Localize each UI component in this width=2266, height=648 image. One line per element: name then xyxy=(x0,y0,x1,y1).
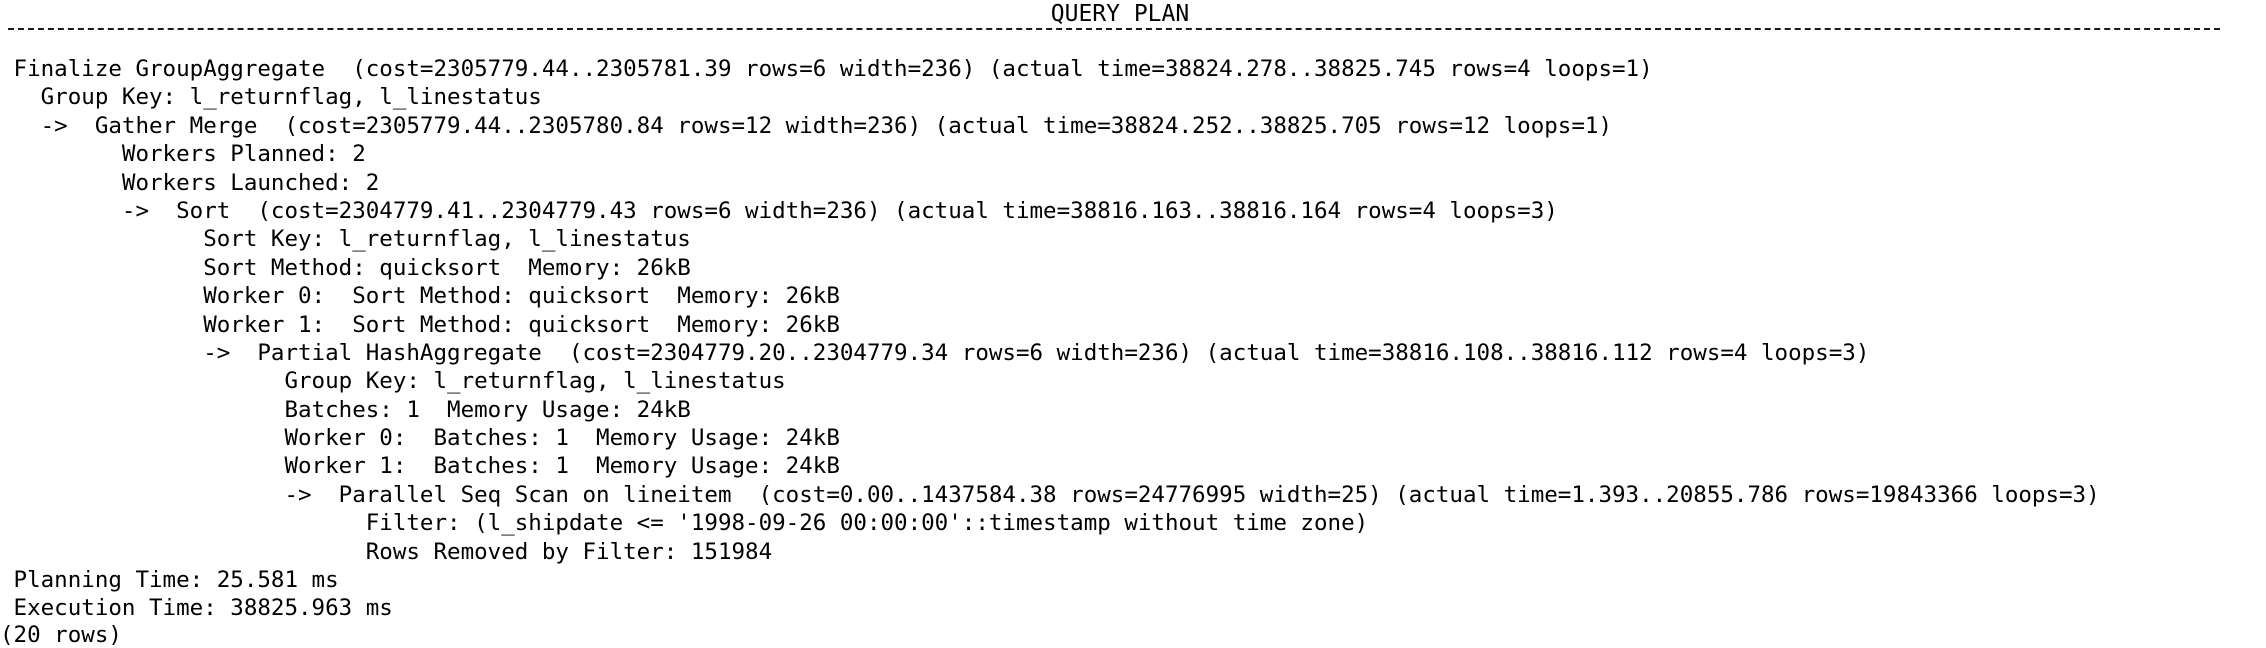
plan-line: Execution Time: 38825.963 ms xyxy=(0,595,393,622)
plan-line: -> Sort (cost=2304779.41..2304779.43 row… xyxy=(0,197,1558,224)
plan-line: -> Parallel Seq Scan on lineitem (cost=0… xyxy=(0,481,2100,508)
plan-line: Rows Removed by Filter: 151984 xyxy=(0,538,773,565)
plan-line: Sort Key: l_returnflag, l_linestatus xyxy=(0,226,691,253)
plan-line: Worker 1: Batches: 1 Memory Usage: 24kB xyxy=(0,453,840,480)
terminal-output: QUERY PLAN Finalize GroupAggregate (cost… xyxy=(0,0,2266,648)
plan-line: Group Key: l_returnflag, l_linestatus xyxy=(0,368,786,395)
plan-line: Workers Launched: 2 xyxy=(0,169,380,196)
plan-line: -> Partial HashAggregate (cost=2304779.2… xyxy=(0,339,1870,366)
plan-line: -> Gather Merge (cost=2305779.44..230578… xyxy=(0,112,1612,139)
plan-line: Sort Method: quicksort Memory: 26kB xyxy=(0,254,691,281)
header-separator xyxy=(8,28,2220,30)
row-count: (20 rows) xyxy=(0,622,122,648)
plan-line: Planning Time: 25.581 ms xyxy=(0,567,339,594)
query-plan-lines: Finalize GroupAggregate (cost=2305779.44… xyxy=(0,55,2100,623)
plan-line: Worker 1: Sort Method: quicksort Memory:… xyxy=(0,311,840,338)
plan-line: Workers Planned: 2 xyxy=(0,141,366,168)
query-plan-header: QUERY PLAN xyxy=(1050,1,1190,27)
plan-line: Worker 0: Batches: 1 Memory Usage: 24kB xyxy=(0,425,840,452)
plan-line: Group Key: l_returnflag, l_linestatus xyxy=(0,84,542,111)
plan-line: Batches: 1 Memory Usage: 24kB xyxy=(0,396,691,423)
plan-line: Filter: (l_shipdate <= '1998-09-26 00:00… xyxy=(0,510,1369,537)
plan-line: Worker 0: Sort Method: quicksort Memory:… xyxy=(0,283,840,310)
plan-line: Finalize GroupAggregate (cost=2305779.44… xyxy=(0,56,1653,82)
